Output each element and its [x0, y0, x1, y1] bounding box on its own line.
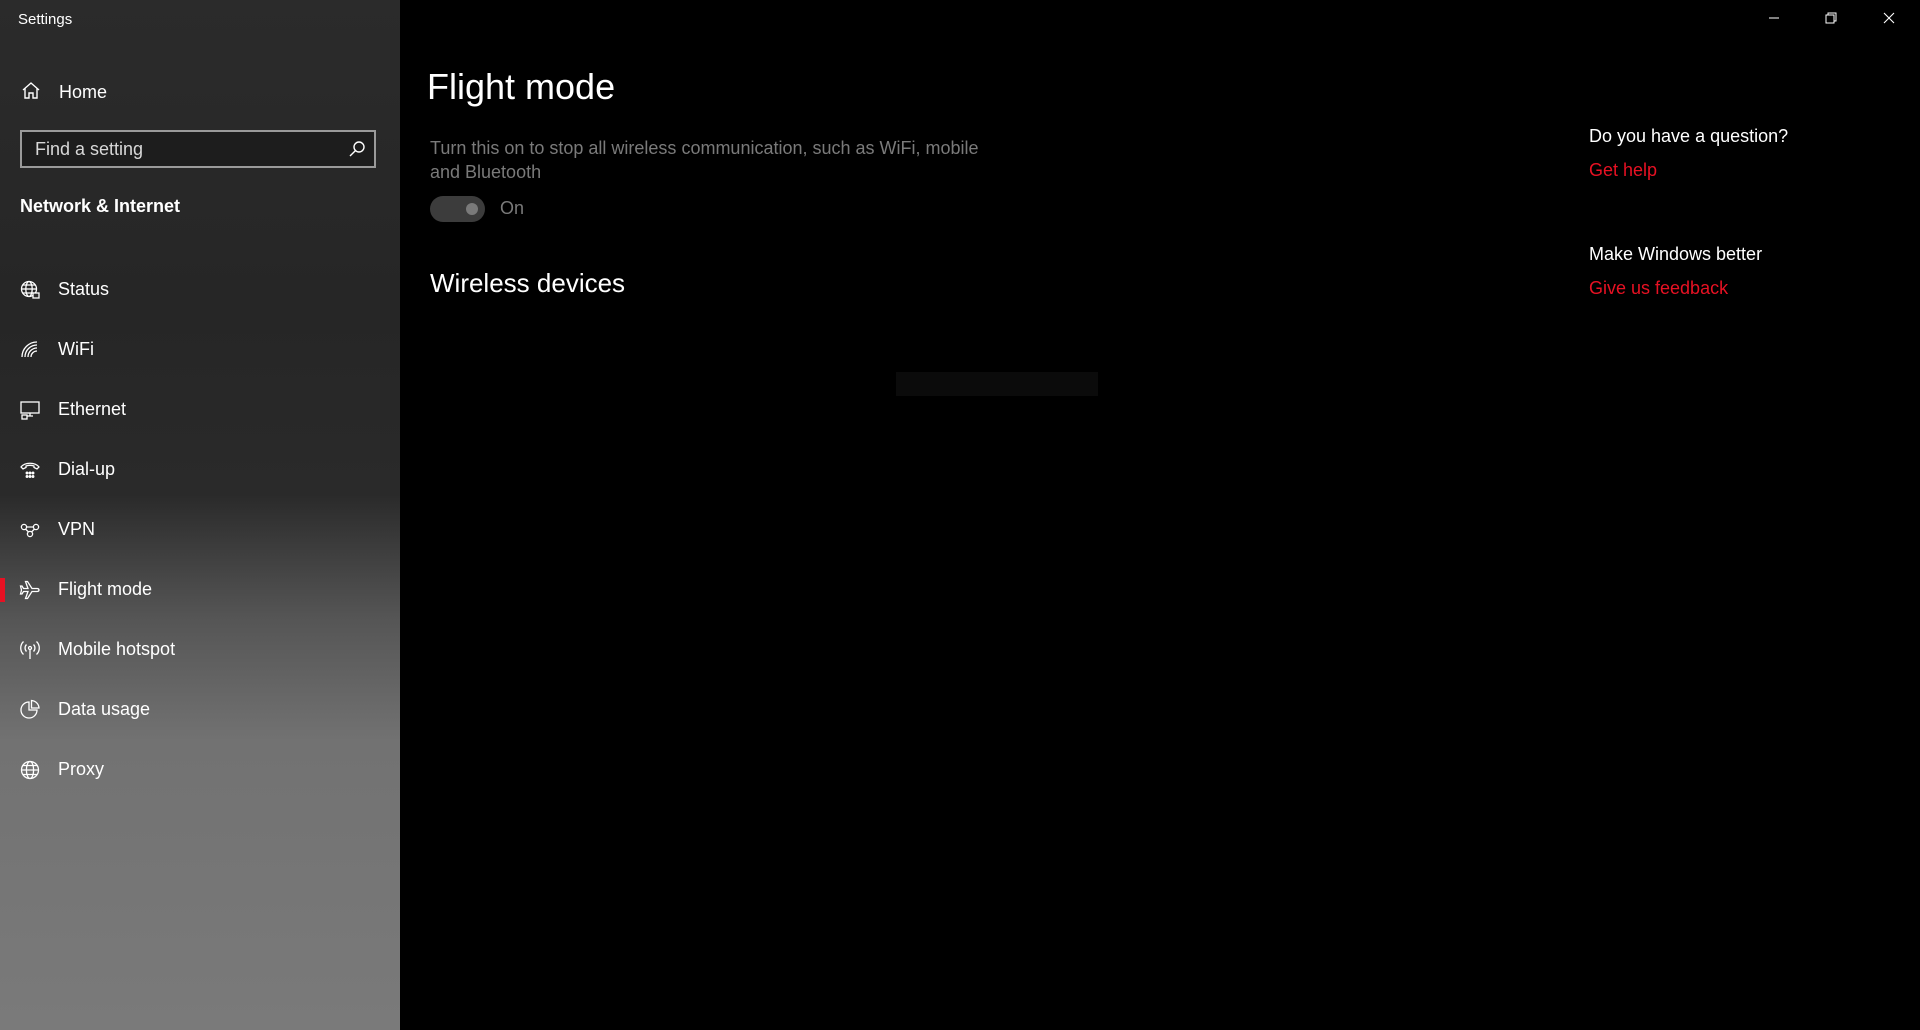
sidebar-item-label: Dial-up	[58, 459, 116, 479]
toggle-state-label: On	[500, 198, 525, 218]
home-icon	[20, 80, 42, 102]
close-button[interactable]	[1861, 0, 1917, 40]
sidebar-item-flight-mode[interactable]: Flight mode	[0, 560, 400, 620]
question-heading: Do you have a question?	[1589, 126, 1789, 146]
sidebar-item-data-usage[interactable]: Data usage	[0, 680, 400, 740]
sidebar-item-vpn[interactable]: VPN	[0, 500, 400, 560]
flight-mode-toggle[interactable]	[430, 196, 485, 222]
sidebar-item-mobile-hotspot[interactable]: Mobile hotspot	[0, 620, 400, 680]
wireless-devices-heading: Wireless devices	[430, 268, 626, 298]
ethernet-icon	[19, 399, 41, 421]
search-box	[20, 130, 376, 168]
sidebar-item-label: VPN	[58, 519, 96, 539]
sidebar-item-label: Proxy	[58, 759, 105, 779]
get-help-link[interactable]: Get help	[1589, 160, 1657, 181]
toggle-knob	[466, 203, 478, 215]
close-icon	[1883, 11, 1895, 29]
home-label: Home	[59, 81, 108, 102]
sidebar: Settings Home Network & Internet	[0, 0, 400, 1030]
give-feedback-link[interactable]: Give us feedback	[1589, 278, 1728, 299]
app-title: Settings	[18, 11, 73, 28]
sidebar-item-ethernet[interactable]: Ethernet	[0, 380, 400, 440]
sidebar-item-label: Data usage	[58, 699, 151, 719]
sidebar-item-label: Flight mode	[58, 579, 153, 599]
sidebar-item-label: Mobile hotspot	[58, 639, 176, 659]
home-button[interactable]: Home	[0, 72, 400, 112]
main-content: Flight mode Turn this on to stop all wir…	[400, 0, 1920, 1030]
airplane-icon	[19, 579, 41, 601]
flight-mode-description: Turn this on to stop all wireless commun…	[430, 138, 979, 182]
search-input[interactable]	[22, 132, 332, 166]
globe-icon	[19, 759, 41, 781]
globe-status-icon	[19, 279, 41, 301]
vpn-icon	[19, 519, 41, 541]
wifi-icon	[19, 339, 41, 361]
hotspot-icon	[19, 639, 41, 661]
settings-window: Settings Home Network & Internet	[0, 0, 1920, 1030]
pie-chart-icon	[19, 699, 41, 721]
page-title: Flight mode	[427, 66, 616, 107]
sidebar-item-dial-up[interactable]: Dial-up	[0, 440, 400, 500]
make-windows-better-heading: Make Windows better	[1589, 244, 1763, 264]
sidebar-item-label: Ethernet	[58, 399, 127, 419]
sidebar-item-status[interactable]: Status	[0, 260, 400, 320]
restore-button[interactable]	[1803, 0, 1859, 40]
sidebar-nav: Status WiFi Ethernet Dial-up VPN Flight …	[0, 260, 400, 800]
sidebar-item-wifi[interactable]: WiFi	[0, 320, 400, 380]
selection-indicator	[0, 578, 5, 602]
section-title: Network & Internet	[20, 196, 181, 216]
restore-icon	[1825, 11, 1837, 29]
sidebar-item-proxy[interactable]: Proxy	[0, 740, 400, 800]
dial-up-icon	[19, 459, 41, 481]
sidebar-item-label: Status	[58, 279, 110, 299]
search-icon[interactable]	[348, 140, 366, 158]
faint-overlay	[896, 372, 1098, 396]
sidebar-item-label: WiFi	[58, 339, 94, 359]
minimize-icon	[1768, 11, 1780, 29]
minimize-button[interactable]	[1746, 0, 1802, 40]
